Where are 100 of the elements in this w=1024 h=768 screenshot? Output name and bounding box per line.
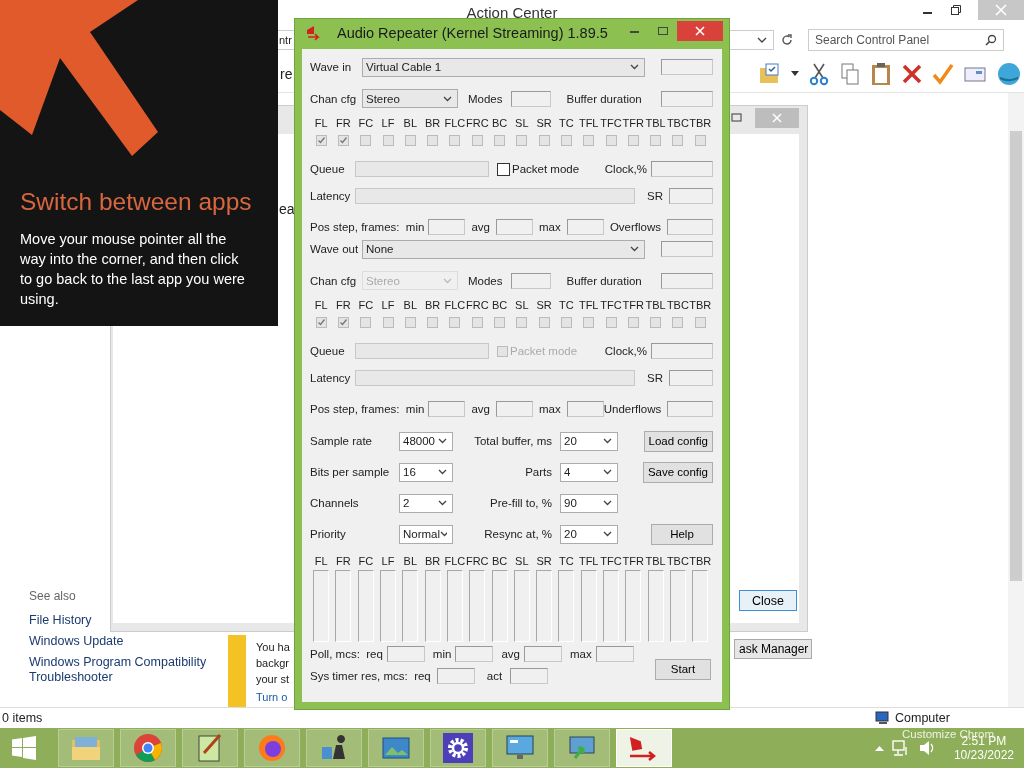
checkbox[interactable] bbox=[494, 135, 505, 146]
start-button[interactable]: Start bbox=[655, 658, 711, 680]
globe-icon[interactable] bbox=[996, 61, 1022, 87]
delete-icon[interactable] bbox=[901, 62, 923, 86]
settings-dropdown[interactable]: 90 bbox=[560, 493, 618, 513]
close-icon[interactable] bbox=[677, 21, 723, 41]
settings-dropdown[interactable]: 20 bbox=[560, 431, 618, 451]
network-icon[interactable] bbox=[891, 739, 910, 757]
checkbox[interactable] bbox=[382, 135, 394, 146]
checkmark-icon[interactable] bbox=[932, 62, 954, 86]
scissors-icon[interactable] bbox=[808, 62, 830, 86]
device-dropdown[interactable]: None bbox=[362, 239, 645, 259]
checkbox[interactable] bbox=[672, 317, 684, 328]
taskbar-app[interactable] bbox=[244, 729, 300, 767]
channel-config-dropdown[interactable]: Stereo bbox=[362, 89, 458, 108]
checkbox[interactable] bbox=[404, 135, 416, 146]
checkbox[interactable] bbox=[650, 317, 662, 328]
settings-dropdown[interactable]: 48000 bbox=[399, 431, 453, 451]
link[interactable]: Windows Program Compatibility Troubleshooter bbox=[29, 655, 228, 685]
readout-field bbox=[523, 646, 562, 662]
refresh-icon[interactable] bbox=[780, 33, 794, 47]
folder-icon[interactable] bbox=[758, 62, 782, 86]
checkbox[interactable] bbox=[449, 317, 461, 328]
taskbar-app[interactable] bbox=[306, 729, 362, 767]
field-label: Resync at, % bbox=[484, 528, 552, 540]
window-title: Action Center bbox=[466, 3, 558, 21]
volume-icon[interactable] bbox=[917, 739, 936, 757]
fox-browser-icon bbox=[257, 733, 287, 763]
channel-label: BC bbox=[490, 299, 509, 311]
close-icon[interactable] bbox=[978, 0, 1024, 20]
device-dropdown[interactable]: Virtual Cable 1 bbox=[362, 57, 645, 77]
settings-dropdown[interactable]: 20 bbox=[560, 524, 618, 544]
windows-logo-icon[interactable] bbox=[12, 736, 36, 760]
checkbox[interactable] bbox=[471, 317, 483, 328]
readout-field bbox=[428, 401, 466, 417]
taskbar-app[interactable] bbox=[368, 729, 424, 767]
taskbar-app[interactable] bbox=[430, 729, 486, 767]
maximize-icon[interactable] bbox=[950, 4, 962, 16]
settings-dropdown[interactable]: 4 bbox=[560, 462, 618, 482]
checkbox[interactable] bbox=[315, 317, 327, 328]
checkbox[interactable] bbox=[627, 135, 639, 146]
checkbox[interactable] bbox=[471, 135, 483, 146]
checkbox[interactable] bbox=[360, 317, 372, 328]
config-button[interactable]: Load config bbox=[643, 430, 713, 452]
readout-field bbox=[595, 646, 634, 662]
checkbox[interactable] bbox=[672, 135, 684, 146]
config-button[interactable]: Help bbox=[651, 523, 713, 545]
packet-mode-checkbox[interactable]: Packet mode bbox=[497, 162, 580, 176]
caret-icon bbox=[603, 500, 612, 506]
checkbox[interactable] bbox=[516, 135, 528, 146]
copy-icon[interactable] bbox=[839, 62, 861, 86]
checkbox[interactable] bbox=[694, 317, 706, 328]
checkbox[interactable] bbox=[560, 135, 572, 146]
clipboard-icon[interactable] bbox=[870, 62, 892, 86]
search-field[interactable]: Search Control Panel bbox=[808, 29, 1004, 51]
config-button[interactable]: Save config bbox=[642, 461, 713, 483]
caret-icon[interactable] bbox=[791, 71, 799, 77]
checkbox[interactable] bbox=[538, 135, 550, 146]
caret-icon bbox=[443, 95, 452, 102]
channel-label: FLC bbox=[443, 117, 467, 129]
caret-up-icon[interactable] bbox=[874, 745, 884, 751]
readout-field bbox=[495, 401, 533, 417]
readout-field bbox=[566, 219, 604, 235]
checkbox[interactable] bbox=[382, 317, 394, 328]
checkbox[interactable] bbox=[494, 317, 505, 328]
checkbox[interactable] bbox=[337, 135, 349, 146]
field-label: Poll, mcs: req bbox=[310, 648, 383, 660]
link[interactable]: Turn o bbox=[256, 689, 290, 705]
checkbox[interactable] bbox=[627, 317, 639, 328]
settings-dropdown[interactable]: Normal bbox=[399, 524, 453, 544]
task-manager-button[interactable]: ask Manager bbox=[734, 639, 812, 659]
link[interactable]: Windows Update bbox=[29, 634, 228, 649]
channel-label: SR bbox=[536, 555, 552, 567]
checkbox[interactable] bbox=[427, 317, 439, 328]
caret-icon[interactable] bbox=[757, 36, 767, 44]
checkbox[interactable] bbox=[360, 135, 372, 146]
checkbox[interactable] bbox=[404, 317, 416, 328]
checkbox[interactable] bbox=[583, 317, 595, 328]
checkbox[interactable] bbox=[694, 135, 706, 146]
caret-icon bbox=[603, 438, 612, 444]
checkbox[interactable] bbox=[427, 135, 439, 146]
checkbox[interactable] bbox=[337, 317, 349, 328]
close-button[interactable]: Close bbox=[739, 590, 797, 611]
taskbar-app[interactable] bbox=[616, 729, 672, 767]
checkbox[interactable] bbox=[449, 135, 461, 146]
checkbox[interactable] bbox=[516, 317, 528, 328]
checkbox[interactable] bbox=[315, 135, 327, 146]
scrollbar[interactable] bbox=[1010, 131, 1022, 581]
checkbox[interactable] bbox=[538, 317, 550, 328]
checkbox[interactable] bbox=[605, 317, 617, 328]
checkbox[interactable] bbox=[605, 135, 617, 146]
settings-dropdown[interactable]: 16 bbox=[399, 462, 453, 482]
close-icon[interactable] bbox=[755, 108, 799, 128]
search-icon[interactable] bbox=[985, 34, 997, 46]
settings-dropdown[interactable]: 2 bbox=[399, 493, 453, 513]
checkbox[interactable] bbox=[650, 135, 662, 146]
channel-label: BR bbox=[424, 117, 442, 129]
checkbox[interactable] bbox=[583, 135, 595, 146]
taskbar-app[interactable] bbox=[182, 729, 238, 767]
checkbox[interactable] bbox=[560, 317, 572, 328]
